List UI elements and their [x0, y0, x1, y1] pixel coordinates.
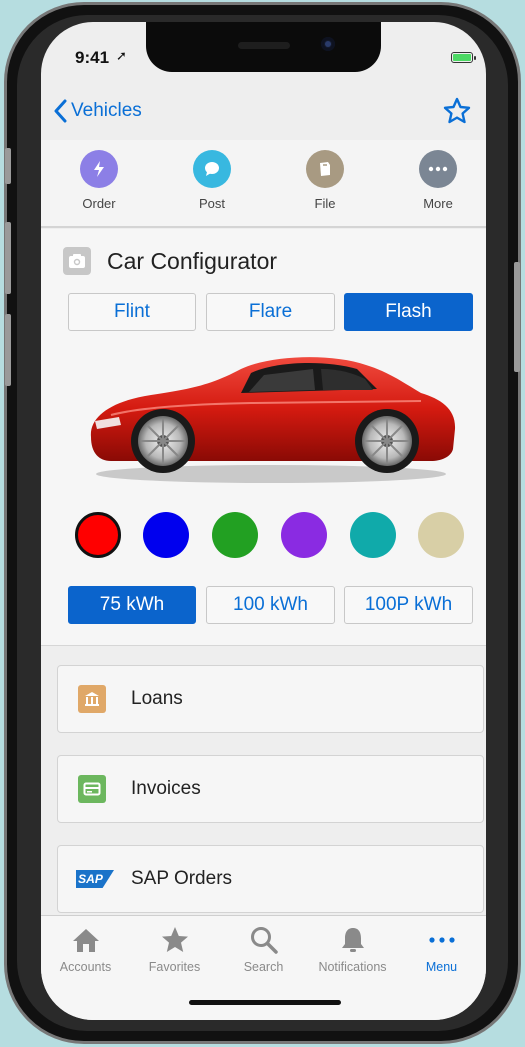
- trim-flint-button[interactable]: Flint: [68, 293, 196, 331]
- chat-bubble-icon: [193, 150, 231, 188]
- action-label: Order: [82, 196, 116, 211]
- home-icon: [41, 922, 130, 958]
- tab-label: Notifications: [318, 960, 387, 974]
- bank-icon: [78, 685, 106, 713]
- list-item-loans[interactable]: Loans: [57, 665, 484, 733]
- battery-100p-button[interactable]: 100P kWh: [344, 586, 473, 624]
- car-configurator-card: Car Configurator Flint Flare Flash 75 kW…: [41, 229, 486, 646]
- tab-label: Menu: [425, 960, 458, 974]
- front-camera: [321, 37, 335, 51]
- star-icon: [130, 922, 219, 958]
- list-item-label: SAP Orders: [131, 868, 233, 889]
- sap-logo-icon: SAP: [76, 870, 114, 888]
- battery-100-button[interactable]: 100 kWh: [206, 586, 335, 624]
- color-swatch-green[interactable]: [212, 512, 258, 558]
- file-icon: [306, 150, 344, 188]
- tab-label: Search: [243, 960, 284, 974]
- speaker: [238, 42, 290, 49]
- action-label: File: [314, 196, 336, 211]
- invoice-icon: [78, 775, 106, 803]
- battery-75-button[interactable]: 75 kWh: [68, 586, 196, 624]
- tab-menu[interactable]: Menu: [397, 922, 486, 974]
- trim-flare-button[interactable]: Flare: [206, 293, 335, 331]
- search-icon: [219, 922, 308, 958]
- phone-screen: 9:41 ➚ Vehicles Order Post File More Car…: [41, 22, 486, 1020]
- post-action[interactable]: Post: [172, 150, 252, 211]
- star-outline-icon[interactable]: [442, 96, 472, 126]
- color-swatch-teal[interactable]: [350, 512, 396, 558]
- tab-search[interactable]: Search: [219, 922, 308, 974]
- bell-icon: [308, 922, 397, 958]
- card-header: Car Configurator: [63, 247, 277, 275]
- back-label: Vehicles: [71, 100, 142, 121]
- list-item-invoices[interactable]: Invoices: [57, 755, 484, 823]
- tab-favorites[interactable]: Favorites: [130, 922, 219, 974]
- tab-notifications[interactable]: Notifications: [308, 922, 397, 974]
- list-item-label: Loans: [131, 688, 183, 709]
- car-image: [90, 357, 456, 483]
- camera-icon: [63, 247, 91, 275]
- tab-label: Accounts: [59, 960, 112, 974]
- volume-down-button: [5, 314, 11, 386]
- mute-switch: [5, 148, 11, 184]
- tab-label: Favorites: [148, 960, 201, 974]
- action-label: More: [423, 196, 453, 211]
- action-label: Post: [198, 196, 225, 211]
- tab-accounts[interactable]: Accounts: [41, 922, 130, 974]
- file-action[interactable]: File: [285, 150, 365, 211]
- list-item-sap-orders[interactable]: SAP SAP Orders: [57, 845, 484, 913]
- trim-flash-button[interactable]: Flash: [344, 293, 473, 331]
- more-dots-icon: [397, 922, 486, 958]
- color-swatch-beige[interactable]: [418, 512, 464, 558]
- more-icon: [419, 150, 457, 188]
- list-item-label: Invoices: [131, 778, 201, 799]
- sap-logo-text: SAP: [78, 872, 103, 886]
- color-swatch-purple[interactable]: [281, 512, 327, 558]
- back-button[interactable]: Vehicles: [53, 96, 142, 126]
- action-bar: Order Post File More: [41, 140, 486, 228]
- color-swatch-blue[interactable]: [143, 512, 189, 558]
- order-action[interactable]: Order: [59, 150, 139, 211]
- status-time: 9:41: [75, 48, 110, 67]
- notch: [146, 22, 381, 72]
- side-button: [514, 262, 520, 372]
- volume-up-button: [5, 222, 11, 294]
- location-icon: ➚: [116, 48, 127, 63]
- color-swatch-red[interactable]: [75, 512, 121, 558]
- battery-icon: [451, 52, 476, 63]
- nav-bar: Vehicles: [41, 92, 486, 138]
- home-indicator[interactable]: [189, 1000, 341, 1005]
- more-action[interactable]: More: [398, 150, 478, 211]
- card-title: Car Configurator: [107, 247, 278, 274]
- lightning-icon: [80, 150, 118, 188]
- chevron-left-icon: [54, 99, 67, 123]
